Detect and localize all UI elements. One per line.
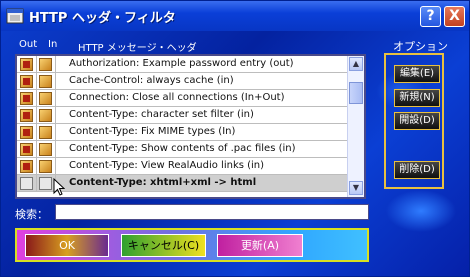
- list-item-label: Content-Type: character set filter (in): [69, 109, 254, 120]
- in-checkbox[interactable]: [39, 75, 52, 88]
- new-button[interactable]: 新規(N): [394, 89, 440, 107]
- list-item[interactable]: Content-Type: Show contents of .pac file…: [17, 141, 350, 158]
- list-item[interactable]: Content-Type: Fix MIME types (In): [17, 124, 350, 141]
- out-checkbox[interactable]: [20, 126, 33, 139]
- out-checkbox[interactable]: [20, 92, 33, 105]
- list-item[interactable]: Content-Type: character set filter (in): [17, 107, 350, 124]
- help-button[interactable]: ?: [420, 6, 441, 27]
- list-item[interactable]: Cache-Control: always cache (in): [17, 73, 350, 90]
- list-item[interactable]: Content-Type: View RealAudio links (in): [17, 158, 350, 175]
- list-item-label: Content-Type: Show contents of .pac file…: [69, 143, 296, 154]
- mouse-pointer-icon: [53, 178, 65, 196]
- list-item-label: Content-Type: Fix MIME types (In): [69, 126, 236, 137]
- list-item[interactable]: Authorization: Example password entry (o…: [17, 56, 350, 73]
- in-checkbox[interactable]: [39, 109, 52, 122]
- in-checkbox[interactable]: [39, 92, 52, 105]
- in-checkbox[interactable]: [39, 160, 52, 173]
- open-button[interactable]: 開設(D): [394, 112, 440, 130]
- list-item-label: Cache-Control: always cache (in): [69, 75, 234, 86]
- vertical-scrollbar[interactable]: ▲ ▼: [347, 56, 364, 197]
- column-header-in: In: [48, 39, 58, 50]
- list-item-label: Connection: Close all connections (In+Ou…: [69, 92, 285, 103]
- ok-button[interactable]: OK: [25, 234, 109, 257]
- out-checkbox[interactable]: [20, 109, 33, 122]
- out-checkbox[interactable]: [20, 58, 33, 71]
- scroll-up-icon[interactable]: ▲: [349, 57, 363, 71]
- dialog-window: HTTP ヘッダ・フィルタ ? X Out In HTTP メッセージ・ヘッダ …: [0, 0, 470, 277]
- out-checkbox[interactable]: [20, 143, 33, 156]
- search-label: 検索：: [15, 208, 48, 221]
- column-header-message: HTTP メッセージ・ヘッダ: [78, 43, 197, 54]
- list-item[interactable]: Connection: Close all connections (In+Ou…: [17, 90, 350, 107]
- column-header-out: Out: [19, 39, 38, 50]
- update-button[interactable]: 更新(A): [217, 234, 303, 257]
- window-title: HTTP ヘッダ・フィルタ: [29, 11, 176, 26]
- options-label: オプション: [393, 40, 448, 53]
- title-bar[interactable]: HTTP ヘッダ・フィルタ ? X: [1, 1, 469, 31]
- delete-button[interactable]: 削除(D): [394, 161, 440, 179]
- out-checkbox[interactable]: [20, 75, 33, 88]
- header-filter-list[interactable]: Authorization: Example password entry (o…: [15, 54, 366, 199]
- out-checkbox[interactable]: [20, 160, 33, 173]
- app-icon: [6, 8, 24, 24]
- scroll-down-icon[interactable]: ▼: [349, 181, 363, 195]
- search-input[interactable]: [55, 204, 369, 220]
- in-checkbox[interactable]: [39, 177, 52, 190]
- close-button[interactable]: X: [444, 6, 465, 27]
- in-checkbox[interactable]: [39, 126, 52, 139]
- cancel-button[interactable]: キャンセル(C): [121, 234, 206, 257]
- list-item-label: Content-Type: View RealAudio links (in): [69, 160, 265, 171]
- out-checkbox[interactable]: [20, 177, 33, 190]
- scrollbar-thumb[interactable]: [349, 82, 363, 104]
- list-item-label: Authorization: Example password entry (o…: [69, 58, 294, 69]
- in-checkbox[interactable]: [39, 143, 52, 156]
- edit-button[interactable]: 編集(E): [394, 65, 440, 83]
- list-item-label: Content-Type: xhtml+xml -> html: [69, 177, 257, 188]
- list-item-selected[interactable]: Content-Type: xhtml+xml -> html: [17, 175, 350, 192]
- in-checkbox[interactable]: [39, 58, 52, 71]
